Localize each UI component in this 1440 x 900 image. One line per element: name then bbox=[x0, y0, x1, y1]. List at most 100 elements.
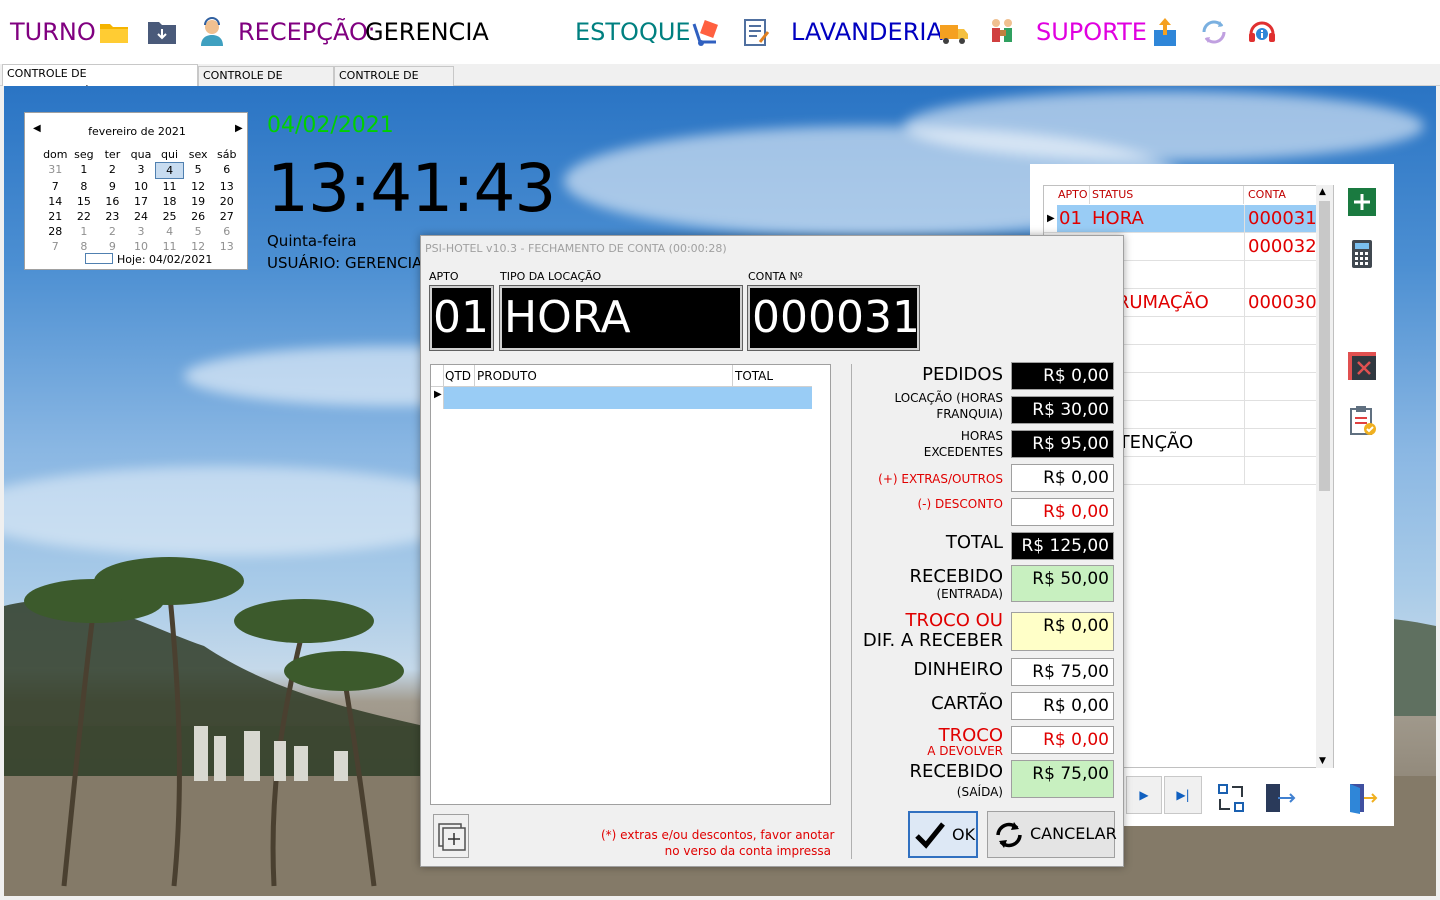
calendar-day[interactable]: 1 bbox=[70, 224, 99, 239]
upload-icon[interactable] bbox=[1150, 16, 1182, 48]
calendar-day[interactable]: 2 bbox=[98, 162, 127, 179]
calendar-day[interactable]: 15 bbox=[70, 194, 99, 209]
add-item-icon[interactable] bbox=[433, 814, 469, 858]
delivery-truck-icon[interactable] bbox=[938, 16, 970, 48]
dinheiro-input[interactable]: R$ 75,00 bbox=[1011, 658, 1114, 686]
calendar-day[interactable]: 16 bbox=[98, 194, 127, 209]
horas-label-2: EXCEDENTES bbox=[923, 445, 1003, 459]
desconto-input[interactable]: R$ 0,00 bbox=[1011, 498, 1114, 526]
calendar-day[interactable]: 9 bbox=[98, 239, 127, 254]
menu-lavanderia[interactable]: LAVANDERIA bbox=[791, 16, 943, 48]
col-conta[interactable]: CONTA bbox=[1246, 186, 1317, 204]
current-date: 04/02/2021 bbox=[267, 113, 394, 138]
calendar-day[interactable]: 25 bbox=[155, 209, 184, 224]
add-room-icon[interactable] bbox=[1346, 186, 1378, 218]
checkout-icon[interactable] bbox=[1264, 782, 1296, 814]
calendar-day[interactable]: 17 bbox=[127, 194, 156, 209]
calendar-day[interactable]: 5 bbox=[184, 162, 213, 179]
col-qtd[interactable]: QTD bbox=[445, 369, 471, 383]
next-record-icon[interactable]: ▶ bbox=[1126, 776, 1162, 814]
month-calendar[interactable]: ◀ fevereiro de 2021 ▶ dom seg ter qua qu… bbox=[24, 112, 248, 270]
calendar-day[interactable]: 13 bbox=[212, 179, 241, 194]
menu-recepcao[interactable]: RECEPÇÃO: bbox=[238, 16, 376, 48]
tab-controle-entradas-saidas[interactable]: CONTROLE DE ENTRADAS/SAÍDAS bbox=[2, 64, 198, 98]
hand-truck-icon[interactable] bbox=[690, 16, 722, 48]
calendar-day[interactable]: 11 bbox=[155, 179, 184, 194]
swap-room-icon[interactable] bbox=[1216, 782, 1248, 814]
cancel-button[interactable]: CANCELAR bbox=[987, 811, 1117, 858]
weekday-label: ter bbox=[104, 148, 121, 161]
rooms-scrollbar[interactable]: ▲ ▼ bbox=[1316, 185, 1333, 768]
calendar-day[interactable]: 10 bbox=[127, 239, 156, 254]
exit-door-icon[interactable] bbox=[1346, 782, 1378, 814]
last-record-icon[interactable]: ▶| bbox=[1164, 776, 1202, 814]
products-grid[interactable]: QTD PRODUTO TOTAL ▶ bbox=[430, 364, 831, 805]
calendar-day[interactable]: 31 bbox=[41, 162, 70, 179]
table-row[interactable] bbox=[444, 387, 812, 409]
recebido-entrada-label-1: RECEBIDO bbox=[909, 566, 1003, 587]
calendar-day[interactable]: 3 bbox=[127, 224, 156, 239]
clipboard-check-icon[interactable] bbox=[1346, 404, 1378, 436]
calendar-day[interactable]: 28 bbox=[41, 224, 70, 239]
extras-input[interactable]: R$ 0,00 bbox=[1011, 464, 1114, 492]
menu-suporte[interactable]: SUPORTE bbox=[1036, 16, 1147, 48]
calendar-day[interactable]: 11 bbox=[155, 239, 184, 254]
calendar-day[interactable]: 26 bbox=[184, 209, 213, 224]
cartao-input[interactable]: R$ 0,00 bbox=[1011, 692, 1114, 720]
calendar-day[interactable]: 7 bbox=[41, 239, 70, 254]
folder-icon[interactable] bbox=[98, 16, 130, 48]
calendar-day[interactable]: 21 bbox=[41, 209, 70, 224]
calendar-day[interactable]: 4 bbox=[155, 224, 184, 239]
col-apto[interactable]: APTO bbox=[1058, 186, 1090, 204]
calendar-day[interactable]: 5 bbox=[184, 224, 213, 239]
receptionist-icon[interactable] bbox=[196, 16, 228, 48]
next-month-icon[interactable]: ▶ bbox=[235, 123, 243, 134]
total-label: TOTAL bbox=[945, 532, 1003, 553]
note-line-2: no verso da conta impressa bbox=[664, 844, 831, 858]
dialog-title: PSI-HOTEL v10.3 - FECHAMENTO DE CONTA (0… bbox=[425, 242, 727, 255]
remove-room-icon[interactable] bbox=[1346, 350, 1378, 382]
locacao-value: R$ 30,00 bbox=[1011, 396, 1114, 424]
calendar-day[interactable]: 3 bbox=[127, 162, 156, 179]
calendar-day[interactable]: 8 bbox=[70, 239, 99, 254]
calculator-icon[interactable] bbox=[1346, 238, 1378, 270]
menu-estoque[interactable]: ESTOQUE bbox=[575, 16, 691, 48]
menu-turno[interactable]: TURNO bbox=[10, 16, 96, 48]
laundry-workers-icon[interactable] bbox=[986, 16, 1018, 48]
calendar-day[interactable]: 12 bbox=[184, 239, 213, 254]
calendar-day-selected[interactable]: 4 bbox=[155, 162, 184, 179]
download-folder-icon[interactable] bbox=[146, 16, 178, 48]
calendar-day[interactable]: 23 bbox=[98, 209, 127, 224]
col-status[interactable]: STATUS bbox=[1090, 186, 1244, 204]
tab-controle-caixa[interactable]: CONTROLE DE CAIXA bbox=[334, 66, 454, 100]
calendar-day[interactable]: 22 bbox=[70, 209, 99, 224]
calendar-day[interactable]: 27 bbox=[212, 209, 241, 224]
tab-controle-contas[interactable]: CONTROLE DE CONTAS bbox=[198, 66, 334, 100]
troco-label-2: A DEVOLVER bbox=[927, 744, 1003, 758]
calendar-day[interactable]: 12 bbox=[184, 179, 213, 194]
calendar-day[interactable]: 6 bbox=[212, 162, 241, 179]
calendar-day[interactable]: 24 bbox=[127, 209, 156, 224]
troco-ou-label-1: TROCO OU bbox=[905, 610, 1003, 631]
row-pointer-icon: ▶ bbox=[434, 389, 442, 400]
calendar-day[interactable]: 6 bbox=[212, 224, 241, 239]
calendar-day[interactable]: 10 bbox=[127, 179, 156, 194]
calendar-day[interactable]: 18 bbox=[155, 194, 184, 209]
calendar-today[interactable]: Hoje: 04/02/2021 bbox=[85, 253, 212, 266]
calendar-day[interactable]: 13 bbox=[212, 239, 241, 254]
calendar-day[interactable]: 1 bbox=[70, 162, 99, 179]
calendar-day[interactable]: 7 bbox=[41, 179, 70, 194]
calendar-day[interactable]: 20 bbox=[212, 194, 241, 209]
calendar-day[interactable]: 8 bbox=[70, 179, 99, 194]
ok-button[interactable]: OK bbox=[908, 811, 978, 858]
calendar-day[interactable]: 9 bbox=[98, 179, 127, 194]
inventory-list-icon[interactable] bbox=[740, 16, 772, 48]
calendar-day[interactable]: 2 bbox=[98, 224, 127, 239]
calendar-day[interactable]: 19 bbox=[184, 194, 213, 209]
col-produto[interactable]: PRODUTO bbox=[477, 369, 537, 383]
support-headset-icon[interactable] bbox=[1246, 16, 1278, 48]
table-row[interactable]: ▶ 01 HORA 000031 bbox=[1044, 205, 1317, 233]
sync-icon[interactable] bbox=[1198, 16, 1230, 48]
calendar-day[interactable]: 14 bbox=[41, 194, 70, 209]
col-total[interactable]: TOTAL bbox=[735, 369, 773, 383]
